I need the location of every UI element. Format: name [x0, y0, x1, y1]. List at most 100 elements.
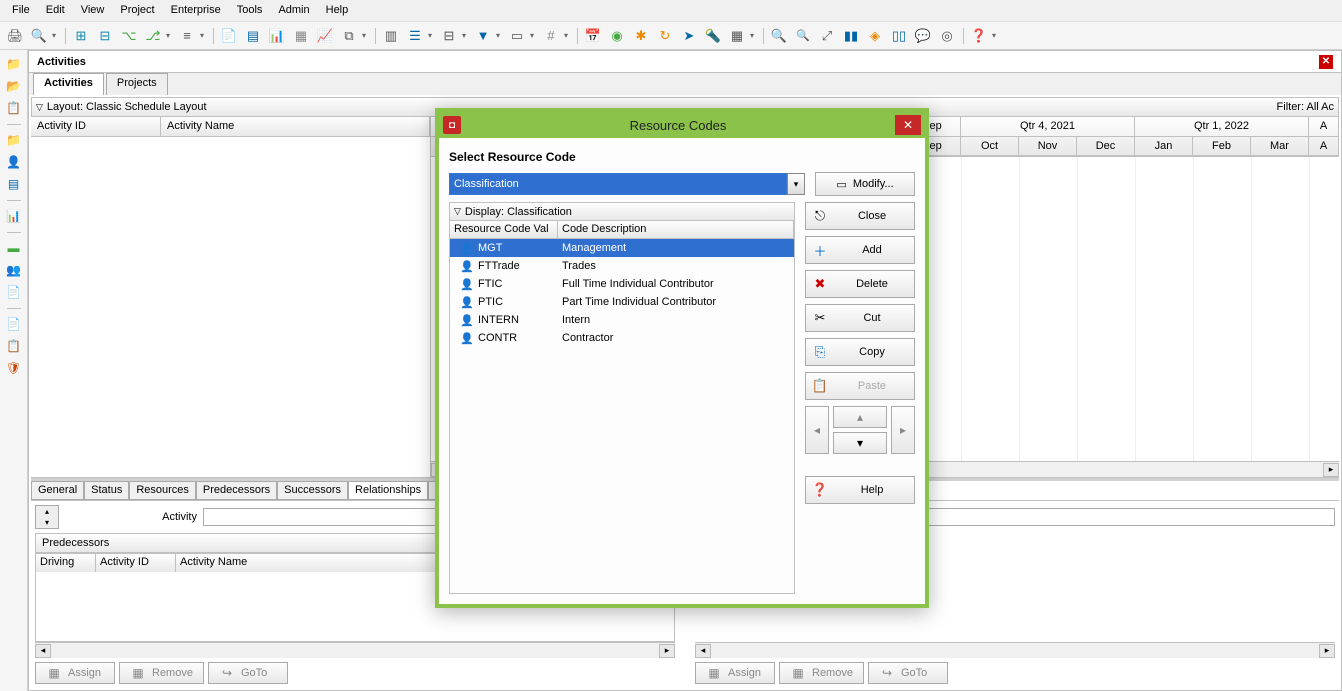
dropdown-icon[interactable]: ▾	[428, 31, 436, 40]
code-row[interactable]: 👤FTTrade Trades	[450, 257, 794, 275]
menu-enterprise[interactable]: Enterprise	[163, 2, 229, 19]
zoom-out-icon[interactable]: 🔍	[792, 25, 814, 47]
cut-button[interactable]: ✂Cut	[805, 304, 915, 332]
dropdown-icon[interactable]: ▾	[750, 31, 758, 40]
modify-button[interactable]: ▭ Modify...	[815, 172, 915, 196]
portfolio-icon[interactable]: 📋	[4, 98, 24, 118]
scroll-right-icon[interactable]: ▸	[659, 644, 675, 658]
timescale-icon[interactable]: ▭	[506, 25, 528, 47]
close-view-icon[interactable]: ✕	[1319, 55, 1333, 69]
network-icon[interactable]: ⧉	[338, 25, 360, 47]
menu-admin[interactable]: Admin	[270, 2, 317, 19]
help-button[interactable]: ❓Help	[805, 476, 915, 504]
paste-button[interactable]: 📋Paste	[805, 372, 915, 400]
dropdown-icon[interactable]: ▾	[564, 31, 572, 40]
print-preview-icon[interactable]: 🔍	[28, 25, 50, 47]
wp-icon[interactable]: 📄	[4, 282, 24, 302]
scroll-left-icon[interactable]: ◂	[695, 644, 711, 658]
chart-icon[interactable]: ≡	[176, 25, 198, 47]
menu-edit[interactable]: Edit	[38, 2, 73, 19]
expense-icon[interactable]: 📋	[4, 336, 24, 356]
activities-icon[interactable]: 📄	[218, 25, 240, 47]
assign-icon[interactable]: 👥	[4, 260, 24, 280]
detail-tab-predecessors[interactable]: Predecessors	[196, 481, 277, 500]
dropdown-icon[interactable]: ▾	[462, 31, 470, 40]
hierarchy-icon[interactable]: ⎇	[142, 25, 164, 47]
collapse-icon[interactable]: ▮▮	[840, 25, 862, 47]
group-icon[interactable]: ⊟	[438, 25, 460, 47]
apply-icon[interactable]: ✱	[630, 25, 652, 47]
detail-tab-status[interactable]: Status	[84, 481, 129, 500]
pred-scrollbar[interactable]: ◂▸	[35, 642, 675, 658]
tab-activities[interactable]: Activities	[33, 73, 104, 95]
layout2-icon[interactable]: ⊟	[94, 25, 116, 47]
assign-button[interactable]: ▦Assign	[35, 662, 115, 684]
spotlight-icon[interactable]: 🔦	[702, 25, 724, 47]
col-activity-id[interactable]: Activity ID	[31, 117, 161, 136]
remove-button-2[interactable]: ▦Remove	[779, 662, 864, 684]
menu-view[interactable]: View	[73, 2, 113, 19]
close-icon[interactable]: ✕	[895, 115, 921, 135]
level-icon[interactable]: ◉	[606, 25, 628, 47]
col-activity-name[interactable]: Activity Name	[161, 117, 430, 136]
menu-file[interactable]: File	[4, 2, 38, 19]
goto-button-2[interactable]: ↪GoTo	[868, 662, 948, 684]
detail-tab-successors[interactable]: Successors	[277, 481, 348, 500]
expand-icon[interactable]: ◈	[864, 25, 886, 47]
copy-button[interactable]: ⎘Copy	[805, 338, 915, 366]
col-code-value[interactable]: Resource Code Val	[450, 221, 558, 238]
folder-icon[interactable]: 📁	[4, 130, 24, 150]
flag-icon[interactable]: ◎	[936, 25, 958, 47]
update-icon[interactable]: ↻	[654, 25, 676, 47]
doc-icon[interactable]: 📄	[4, 314, 24, 334]
dropdown-icon[interactable]: ▾	[200, 31, 208, 40]
detail-tab-relationships[interactable]: Relationships	[348, 481, 428, 500]
gantt-icon[interactable]: ▤	[242, 25, 264, 47]
code-row[interactable]: 👤INTERN Intern	[450, 311, 794, 329]
tracking-icon[interactable]: ▬	[4, 238, 24, 258]
help-icon[interactable]: ❓	[968, 25, 990, 47]
profile-icon[interactable]: 📈	[314, 25, 336, 47]
combo-input[interactable]	[449, 173, 787, 195]
chevron-down-icon[interactable]: ▾	[787, 173, 805, 195]
chat-icon[interactable]: 💬	[912, 25, 934, 47]
nav-down-icon[interactable]: ▾	[833, 432, 887, 454]
bars-icon[interactable]: ☰	[404, 25, 426, 47]
nav-left-icon[interactable]: ◂	[805, 406, 829, 454]
dropdown-icon[interactable]: ▾	[992, 31, 1000, 40]
succ-scrollbar[interactable]: ◂▸	[695, 642, 1335, 658]
col-act-id[interactable]: Activity ID	[96, 554, 176, 572]
activity-icon[interactable]: ▤	[4, 174, 24, 194]
projects-icon[interactable]: 📁	[4, 54, 24, 74]
assign-button-2[interactable]: ▦Assign	[695, 662, 775, 684]
code-row[interactable]: 👤CONTR Contractor	[450, 329, 794, 347]
dropdown-icon[interactable]: ▾	[496, 31, 504, 40]
code-row[interactable]: 👤FTIC Full Time Individual Contributor	[450, 275, 794, 293]
dialog-titlebar[interactable]: ◘ Resource Codes ✕	[439, 112, 925, 138]
menu-tools[interactable]: Tools	[229, 2, 271, 19]
display-bar[interactable]: ▽ Display: Classification	[450, 203, 794, 221]
schedule-icon[interactable]: 📅	[582, 25, 604, 47]
close-button[interactable]: ⎋Close	[805, 202, 915, 230]
dropdown-icon[interactable]: ▾	[166, 31, 174, 40]
goto-button[interactable]: ↪GoTo	[208, 662, 288, 684]
tree-icon[interactable]: ⌥	[118, 25, 140, 47]
scroll-right-icon[interactable]: ▸	[1323, 463, 1339, 477]
add-button[interactable]: ＋Add	[805, 236, 915, 264]
filter-icon[interactable]: ▼	[472, 25, 494, 47]
nav-up-icon[interactable]: ▴	[833, 406, 887, 428]
threshold-icon[interactable]: 🛡	[4, 358, 24, 378]
open-icon[interactable]: 📂	[4, 76, 24, 96]
print-icon[interactable]: 🖨	[4, 25, 26, 47]
bars2-icon[interactable]: ▯▯	[888, 25, 910, 47]
tab-projects[interactable]: Projects	[106, 73, 168, 95]
dropdown-icon[interactable]: ▾	[530, 31, 538, 40]
zoom-fit-icon[interactable]: ⤢	[816, 25, 838, 47]
remove-button[interactable]: ▦Remove	[119, 662, 204, 684]
detail-tab-resources[interactable]: Resources	[129, 481, 196, 500]
dropdown-icon[interactable]: ▾	[52, 31, 60, 40]
columns-icon[interactable]: ▥	[380, 25, 402, 47]
store-icon[interactable]: ▦	[726, 25, 748, 47]
detail-tab-general[interactable]: General	[31, 481, 84, 500]
scroll-right-icon[interactable]: ▸	[1319, 644, 1335, 658]
